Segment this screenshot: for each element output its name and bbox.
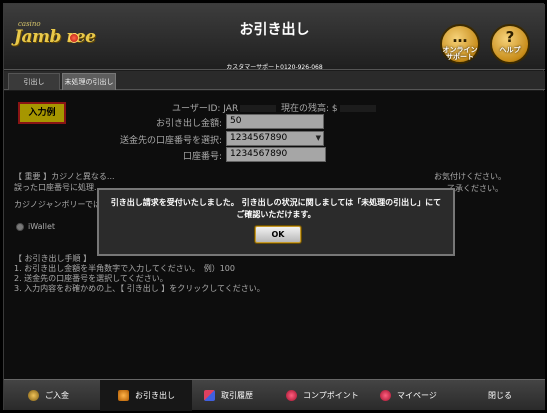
nav-mypage-label: マイページ xyxy=(397,391,437,400)
chat-bubble-icon: … xyxy=(452,28,468,46)
tab-pending-withdrawals[interactable]: 未処理の引出し xyxy=(62,73,116,90)
confirmation-dialog: 引き出し請求を受付いたしました。 引き出しの状況に関しましては「未処理の引出し」… xyxy=(97,188,455,256)
nav-deposit[interactable]: ご入金 xyxy=(28,380,100,411)
nav-close[interactable]: 閉じる xyxy=(488,380,528,411)
history-icon xyxy=(204,390,215,401)
ok-button[interactable]: OK xyxy=(255,226,301,243)
nav-comp-points[interactable]: コンプポイント xyxy=(286,380,376,411)
tab-bar: 引出し 未処理の引出し xyxy=(4,71,545,90)
coin-icon xyxy=(28,390,39,401)
bottom-navigation: ご入金 お引き出し 取引履歴 コンプポイント マイページ 閉じる xyxy=(4,379,545,411)
nav-comp-points-label: コンプポイント xyxy=(303,391,359,400)
casino-window: casino Jamb ree お引き出し カスタマーサポート0120-926-… xyxy=(3,3,545,411)
nav-history[interactable]: 取引履歴 xyxy=(204,380,284,411)
online-support-label: オンライン サポート xyxy=(442,47,478,61)
dialog-message: 引き出し請求を受付いたしました。 引き出しの状況に関しましては「未処理の引出し」… xyxy=(110,198,442,219)
question-mark-icon: ? xyxy=(505,28,515,46)
nav-withdraw[interactable]: お引き出し xyxy=(100,380,192,411)
nav-deposit-label: ご入金 xyxy=(45,391,69,400)
help-button[interactable]: ? ヘルプ xyxy=(490,24,530,64)
nav-mypage[interactable]: マイページ xyxy=(380,380,460,411)
online-support-button[interactable]: … オンライン サポート xyxy=(440,24,480,64)
tab-withdraw[interactable]: 引出し xyxy=(8,73,60,90)
mypage-icon xyxy=(380,390,391,401)
money-bag-icon xyxy=(118,390,129,401)
nav-withdraw-label: お引き出し xyxy=(135,391,175,400)
online-support-label-line2: サポート xyxy=(446,53,474,61)
help-label: ヘルプ xyxy=(499,46,521,54)
nav-history-label: 取引履歴 xyxy=(221,391,253,400)
comp-point-icon xyxy=(286,390,297,401)
header-bar: casino Jamb ree お引き出し カスタマーサポート0120-926-… xyxy=(4,4,545,71)
